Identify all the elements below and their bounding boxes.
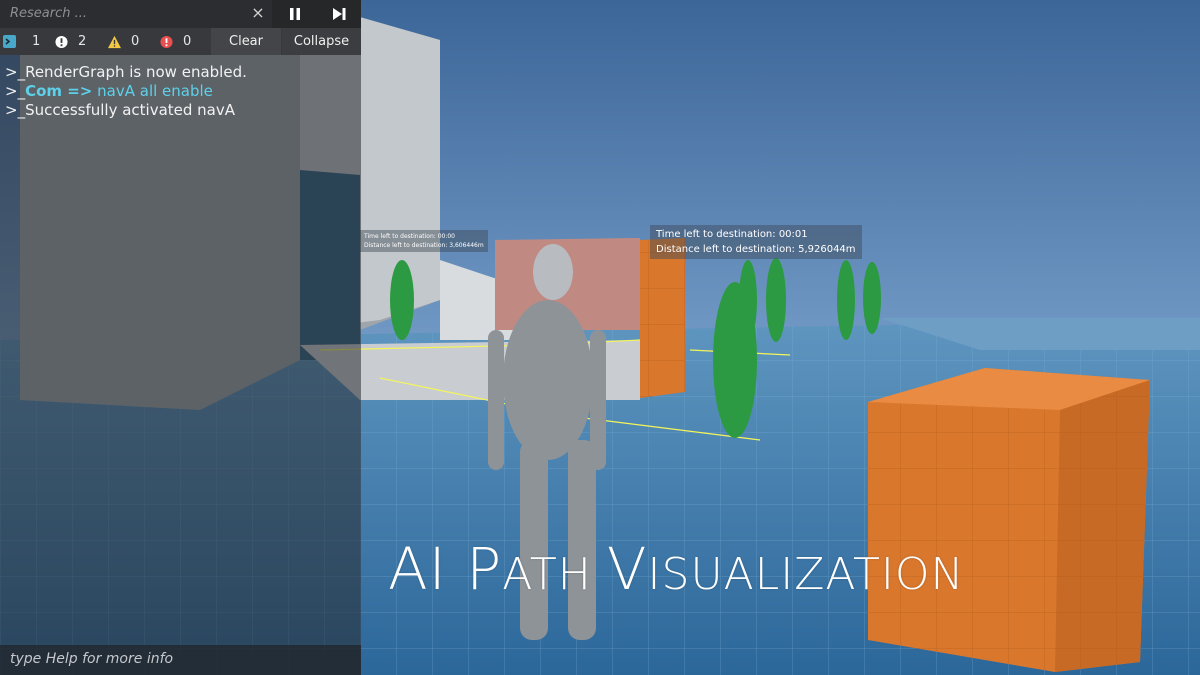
log-count: 1 [32, 34, 41, 49]
console-log: >_RenderGraph is now enabled. >_Com => n… [5, 63, 247, 120]
title-v-cap: V [606, 535, 648, 603]
command-hint: type Help for more info [10, 651, 174, 667]
title-isualization: ISUALIZATION [647, 549, 965, 600]
warning-count: 0 [131, 34, 140, 49]
log-line: >_Com => navA all enable [5, 82, 247, 101]
title-p-cap: P [466, 535, 503, 603]
title-ath: ATH [502, 549, 607, 600]
agent-label-left: Time left to destination: 00:00 Distance… [360, 230, 488, 252]
agent-distance-left: Distance left to destination: 3,606446m [364, 242, 484, 249]
log-command-args: navA all enable [92, 82, 213, 100]
search-placeholder: Research ... [10, 6, 88, 21]
filter-info[interactable]: 2 [55, 28, 86, 55]
overlay-title: AI PATH VISUALIZATION [388, 535, 964, 603]
agent-label-main: Time left to destination: 00:01 Distance… [650, 225, 862, 259]
close-icon[interactable]: × [249, 3, 267, 23]
step-forward-button[interactable] [317, 0, 361, 28]
log-line: >_Successfully activated navA [5, 101, 236, 119]
pause-icon [290, 8, 300, 20]
agent-time-left: Time left to destination: 00:01 [656, 229, 808, 240]
agent-distance-left: Distance left to destination: 5,926044m [656, 244, 856, 255]
info-icon [55, 35, 68, 48]
debug-console: Research ... × 1 2 0 0 Clear Collapse >_… [0, 0, 361, 675]
filter-log[interactable]: 1 [3, 28, 40, 55]
collapse-button[interactable]: Collapse [282, 28, 361, 55]
step-forward-icon [332, 8, 345, 20]
error-icon [160, 35, 173, 48]
agent-time-left: Time left to destination: 00:00 [364, 233, 455, 240]
terminal-icon [3, 35, 16, 48]
error-count: 0 [183, 34, 192, 49]
log-command: Com => [25, 82, 93, 100]
console-toolbar: Research ... × [0, 0, 361, 28]
info-count: 2 [78, 34, 87, 49]
search-input[interactable]: Research ... × [0, 0, 272, 28]
warning-icon [108, 35, 121, 48]
log-line: >_RenderGraph is now enabled. [5, 63, 247, 81]
command-input[interactable]: type Help for more info [0, 645, 361, 675]
pause-button[interactable] [273, 0, 317, 28]
title-word-ai: AI [388, 535, 467, 603]
filter-error[interactable]: 0 [160, 28, 191, 55]
log-prefix: >_ [5, 82, 26, 100]
clear-button[interactable]: Clear [211, 28, 281, 55]
filter-warning[interactable]: 0 [108, 28, 139, 55]
